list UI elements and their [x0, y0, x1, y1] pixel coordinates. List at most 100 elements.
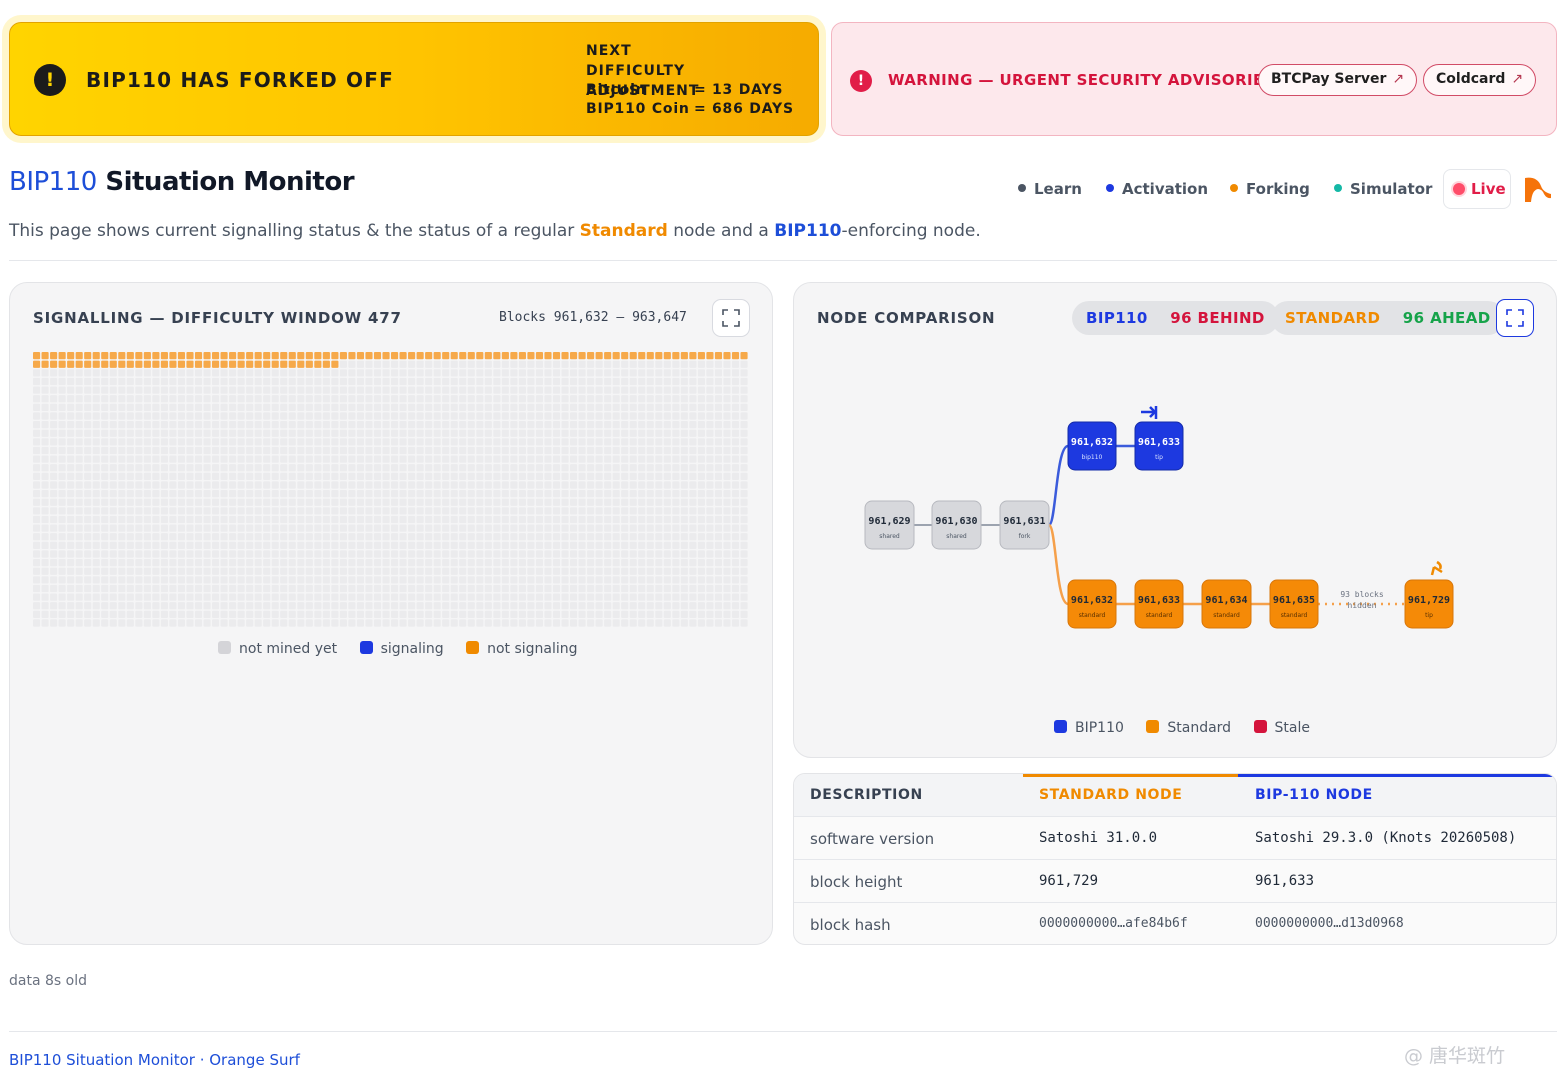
- live-button[interactable]: Live: [1443, 169, 1511, 209]
- block-cell-not-mined: [578, 550, 586, 558]
- block-cell-not-mined: [177, 541, 186, 549]
- block-cell-not-mined: [339, 438, 347, 446]
- external-link-icon: ↗: [1511, 71, 1524, 87]
- nav-simulator[interactable]: Simulator: [1334, 180, 1432, 198]
- block-cell-not-mined: [544, 541, 552, 549]
- block-cell-not-mined: [348, 446, 356, 455]
- block-cell-not-mined: [109, 429, 117, 437]
- block-cell-not-mined: [450, 584, 458, 593]
- legend-not-mined: not mined yet: [218, 641, 337, 657]
- block-cell-not-mined: [433, 472, 441, 480]
- block-cell-not-mined: [41, 446, 49, 455]
- block-cell-not-mined: [246, 619, 254, 627]
- nav-activation[interactable]: Activation: [1106, 180, 1208, 198]
- block-cell-not-mined: [194, 498, 203, 506]
- block-cell-not-mined: [697, 377, 705, 386]
- btcpay-advisory-button[interactable]: BTCPay Server ↗: [1258, 64, 1418, 96]
- block-cell-not-mined: [723, 559, 731, 567]
- block-cell-not-mined: [109, 446, 117, 455]
- block-cell-not-mined: [152, 395, 160, 403]
- block-cell-not-mined: [518, 576, 526, 584]
- block-cell-not-mined: [50, 498, 58, 506]
- footer-link[interactable]: BIP110 Situation Monitor · Orange Surf: [9, 1051, 300, 1069]
- block-cell-not-signaling: [570, 352, 578, 360]
- block-cell-not-mined: [177, 524, 186, 532]
- block-cell-not-mined: [672, 438, 680, 446]
- block-cell-not-mined: [612, 429, 620, 437]
- block-cell-not-mined: [638, 421, 646, 429]
- block-cell-not-mined: [348, 602, 356, 610]
- block-cell-not-mined: [33, 369, 41, 377]
- block-cell-not-mined: [220, 524, 228, 532]
- block-cell-not-signaling: [646, 352, 654, 360]
- block-cell-not-mined: [561, 403, 569, 411]
- block-cell-not-mined: [348, 403, 356, 411]
- block-cell-not-mined: [322, 464, 330, 472]
- block-cell-not-mined: [160, 438, 168, 446]
- block-cell-not-mined: [212, 550, 220, 558]
- block-cell-not-mined: [723, 421, 731, 429]
- block-cell-not-mined: [672, 369, 680, 377]
- block-cell-not-mined: [280, 377, 288, 386]
- block-cell-not-mined: [203, 559, 211, 567]
- block-cell-not-mined: [212, 593, 220, 601]
- orange-surf-logo-icon[interactable]: [1523, 174, 1553, 204]
- block-cell-not-mined: [459, 412, 467, 420]
- block-cell-not-mined: [50, 429, 58, 437]
- block-cell-not-mined: [84, 438, 92, 446]
- block-cell-not-mined: [118, 584, 126, 593]
- block-cell-not-mined: [160, 464, 168, 472]
- block-cell-not-mined: [373, 438, 382, 446]
- block-cell-not-mined: [322, 498, 330, 506]
- block-cell-not-mined: [663, 438, 671, 446]
- block-cell-not-signaling: [425, 352, 433, 360]
- block-cell-not-mined: [50, 472, 58, 480]
- block-cell-not-mined: [365, 369, 373, 377]
- block-cell-not-mined: [646, 584, 654, 593]
- block-cell-not-mined: [203, 550, 211, 558]
- block-cell-not-mined: [621, 481, 629, 489]
- block-cell-not-mined: [697, 490, 705, 498]
- block-cell-not-mined: [570, 490, 578, 498]
- block-cell-not-mined: [41, 412, 49, 420]
- block-cell-not-mined: [501, 515, 509, 524]
- block-cell-not-mined: [254, 429, 262, 437]
- block-cell-not-mined: [373, 533, 382, 541]
- block-cell-not-mined: [646, 472, 654, 480]
- block-cell-not-mined: [425, 490, 433, 498]
- block-cell-not-mined: [263, 507, 271, 515]
- block-cell-not-mined: [126, 550, 134, 558]
- coldcard-advisory-button[interactable]: Coldcard ↗: [1423, 64, 1537, 96]
- block-cell-not-mined: [143, 610, 151, 618]
- block-cell-not-mined: [177, 507, 186, 515]
- block-cell-not-mined: [212, 412, 220, 420]
- block-cell-not-mined: [365, 377, 373, 386]
- block-cell-not-mined: [535, 412, 544, 420]
- block-cell-not-mined: [697, 455, 705, 463]
- bip-branch-line: [1047, 444, 1069, 527]
- block-cell-not-mined: [50, 593, 58, 601]
- block-cell-not-mined: [41, 455, 49, 463]
- block-cell-not-mined: [101, 610, 109, 618]
- nav-forking[interactable]: Forking: [1230, 180, 1310, 198]
- block-cell-not-mined: [331, 567, 339, 575]
- block-cell-not-mined: [254, 507, 262, 515]
- block-cell-not-mined: [399, 593, 407, 601]
- block-cell-not-mined: [143, 567, 151, 575]
- block-cell-not-mined: [638, 403, 646, 411]
- block-cell-not-mined: [101, 377, 109, 386]
- block-cell-not-mined: [442, 593, 450, 601]
- block-cell-not-mined: [288, 619, 296, 627]
- block-cell-not-mined: [67, 610, 75, 618]
- block-cell-not-mined: [109, 369, 117, 377]
- block-cell-not-mined: [697, 533, 705, 541]
- block-cell-not-mined: [160, 541, 168, 549]
- block-cell-not-mined: [101, 507, 109, 515]
- nav-learn[interactable]: Learn: [1018, 180, 1082, 198]
- block-cell-not-mined: [493, 472, 501, 480]
- block-cell-not-mined: [305, 412, 313, 420]
- block-cell-not-mined: [220, 515, 228, 524]
- expand-signalling-button[interactable]: [712, 299, 750, 337]
- block-cell-not-mined: [629, 498, 637, 506]
- block-cell-not-mined: [535, 550, 544, 558]
